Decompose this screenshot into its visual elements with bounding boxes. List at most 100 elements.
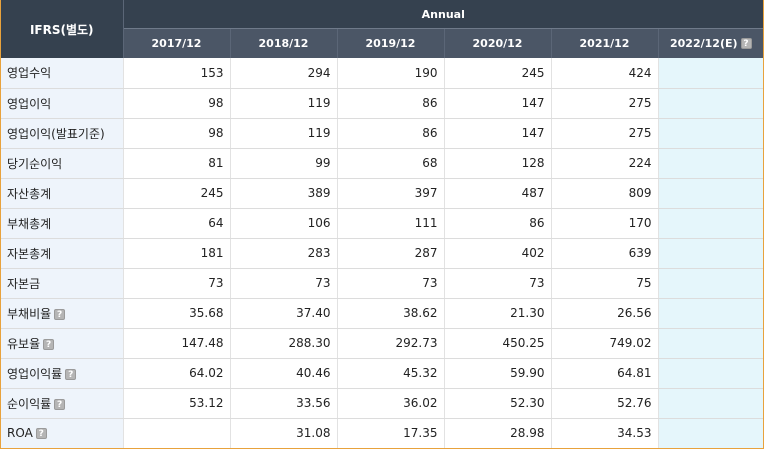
value-cell: 181 (123, 238, 231, 269)
estimate-cell (658, 148, 763, 179)
row-label: 자산총계 (7, 186, 52, 201)
financial-summary-panel: IFRS(별도) Annual 2017/12 2018/12 2019/12 202… (0, 0, 764, 449)
value-cell (123, 418, 231, 448)
value-cell: 98 (123, 88, 231, 119)
value-cell: 283 (230, 238, 338, 269)
value-cell: 190 (337, 58, 445, 89)
value-cell: 81 (123, 148, 231, 179)
year-header-3: 2020/12 (444, 28, 552, 58)
value-cell: 73 (444, 268, 552, 299)
table-row: 당기순이익 81 99 68 128 224 (1, 148, 763, 179)
value-cell: 73 (123, 268, 231, 299)
value-cell: 40.46 (230, 358, 338, 389)
table-header: IFRS(별도) Annual 2017/12 2018/12 2019/12 202… (1, 0, 763, 58)
value-cell: 33.56 (230, 388, 338, 419)
help-icon[interactable]: ? (54, 308, 66, 320)
row-label: 부채비율 (7, 306, 52, 321)
value-cell: 52.30 (444, 388, 552, 419)
value-cell: 147 (444, 88, 552, 119)
value-cell: 292.73 (337, 328, 445, 359)
value-cell: 147.48 (123, 328, 231, 359)
row-label: 자본금 (7, 276, 41, 291)
value-cell: 106 (230, 208, 338, 239)
row-label: 순이익률 (7, 396, 52, 411)
year-header-0: 2017/12 (123, 28, 231, 58)
row-label-cell: 영업이익(발표기준) (1, 118, 124, 149)
estimate-cell (658, 388, 763, 419)
table-row: 자본총계 181 283 287 402 639 (1, 238, 763, 269)
table-row: 순이익률? 53.12 33.56 36.02 52.30 52.76 (1, 388, 763, 419)
value-cell: 424 (551, 58, 659, 89)
value-cell: 21.30 (444, 298, 552, 329)
value-cell: 26.56 (551, 298, 659, 329)
estimate-cell (658, 298, 763, 329)
value-cell: 36.02 (337, 388, 445, 419)
year-header-4: 2021/12 (551, 28, 659, 58)
table-row: 부채총계 64 106 111 86 170 (1, 208, 763, 239)
row-label: 당기순이익 (7, 156, 63, 171)
value-cell: 639 (551, 238, 659, 269)
annual-header: Annual (123, 0, 763, 29)
value-cell: 147 (444, 118, 552, 149)
estimate-cell (658, 58, 763, 89)
row-label: 부채총계 (7, 216, 52, 231)
value-cell: 389 (230, 178, 338, 209)
estimate-cell (658, 358, 763, 389)
year-header-2: 2019/12 (337, 28, 445, 58)
row-label-cell: 부채총계 (1, 208, 124, 239)
table-row: 영업이익률? 64.02 40.46 45.32 59.90 64.81 (1, 358, 763, 389)
value-cell: 288.30 (230, 328, 338, 359)
help-icon[interactable]: ? (740, 38, 752, 49)
row-label-cell: 영업이익률? (1, 358, 124, 389)
value-cell: 111 (337, 208, 445, 239)
row-label-cell: ROA? (1, 418, 124, 448)
value-cell: 809 (551, 178, 659, 209)
estimate-cell (658, 268, 763, 299)
value-cell: 153 (123, 58, 231, 89)
value-cell: 34.53 (551, 418, 659, 448)
row-label-cell: 당기순이익 (1, 148, 124, 179)
table-row: 자본금 73 73 73 73 75 (1, 268, 763, 299)
value-cell: 245 (444, 58, 552, 89)
value-cell: 35.68 (123, 298, 231, 329)
value-cell: 86 (337, 118, 445, 149)
help-icon[interactable]: ? (43, 338, 55, 350)
value-cell: 245 (123, 178, 231, 209)
value-cell: 275 (551, 118, 659, 149)
row-label: 자본총계 (7, 246, 52, 261)
value-cell: 487 (444, 178, 552, 209)
value-cell: 68 (337, 148, 445, 179)
value-cell: 287 (337, 238, 445, 269)
table-body: 영업수익 153 294 190 245 424 영업이익 98 119 86 147 275 영업이익… (1, 58, 763, 448)
value-cell: 64.81 (551, 358, 659, 389)
row-label: 영업이익 (7, 96, 52, 111)
row-label: ROA (7, 426, 33, 440)
table-row: 영업이익(발표기준) 98 119 86 147 275 (1, 118, 763, 149)
row-label-cell: 자본총계 (1, 238, 124, 269)
estimate-cell (658, 238, 763, 269)
table-row: 부채비율? 35.68 37.40 38.62 21.30 26.56 (1, 298, 763, 329)
row-label: 영업수익 (7, 66, 52, 81)
value-cell: 98 (123, 118, 231, 149)
estimate-cell (658, 328, 763, 359)
help-icon[interactable]: ? (65, 368, 77, 380)
row-label-cell: 순이익률? (1, 388, 124, 419)
table-row: 영업수익 153 294 190 245 424 (1, 58, 763, 89)
estimate-cell (658, 88, 763, 119)
value-cell: 52.76 (551, 388, 659, 419)
table-row: 유보율? 147.48 288.30 292.73 450.25 749.02 (1, 328, 763, 359)
value-cell: 275 (551, 88, 659, 119)
help-icon[interactable]: ? (35, 428, 47, 439)
value-cell: 31.08 (230, 418, 338, 448)
estimate-cell (658, 418, 763, 448)
value-cell: 749.02 (551, 328, 659, 359)
row-label-cell: 자본금 (1, 268, 124, 299)
row-label-cell: 자산총계 (1, 178, 124, 209)
value-cell: 64 (123, 208, 231, 239)
financial-table: IFRS(별도) Annual 2017/12 2018/12 2019/12 202… (1, 0, 763, 448)
value-cell: 450.25 (444, 328, 552, 359)
value-cell: 119 (230, 88, 338, 119)
value-cell: 37.40 (230, 298, 338, 329)
help-icon[interactable]: ? (54, 398, 66, 410)
estimate-year-header: 2022/12(E)? (658, 28, 763, 58)
